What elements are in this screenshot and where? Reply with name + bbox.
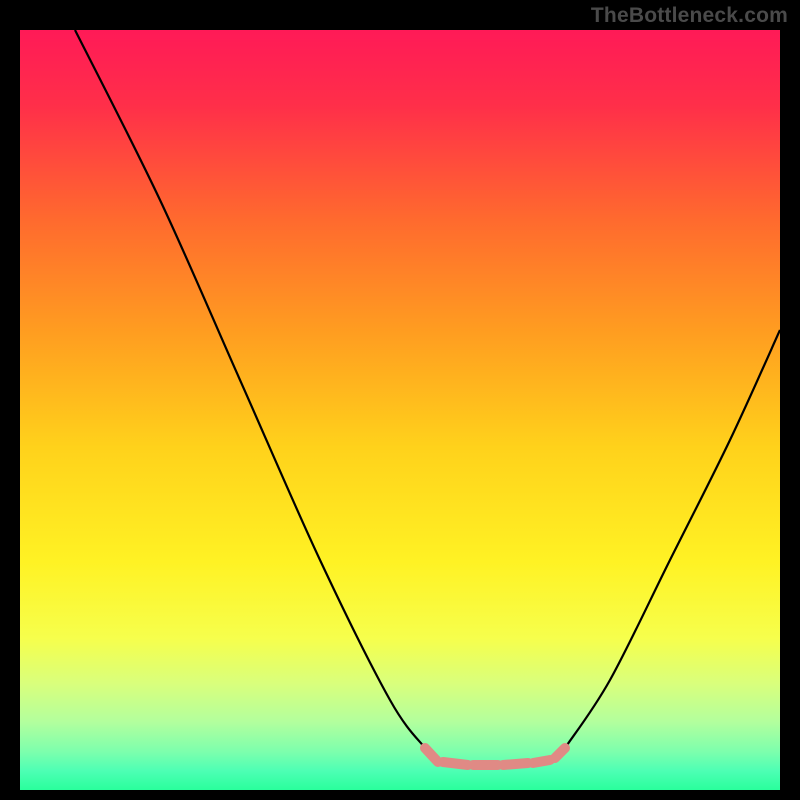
gradient-background — [20, 30, 780, 790]
valley-dash — [533, 760, 550, 763]
chart-stage: TheBottleneck.com — [0, 0, 800, 800]
attribution-text: TheBottleneck.com — [591, 4, 788, 28]
valley-dash — [503, 763, 528, 765]
valley-dash — [555, 748, 565, 758]
bottleneck-curve-chart — [20, 30, 780, 790]
valley-dash — [443, 762, 468, 765]
